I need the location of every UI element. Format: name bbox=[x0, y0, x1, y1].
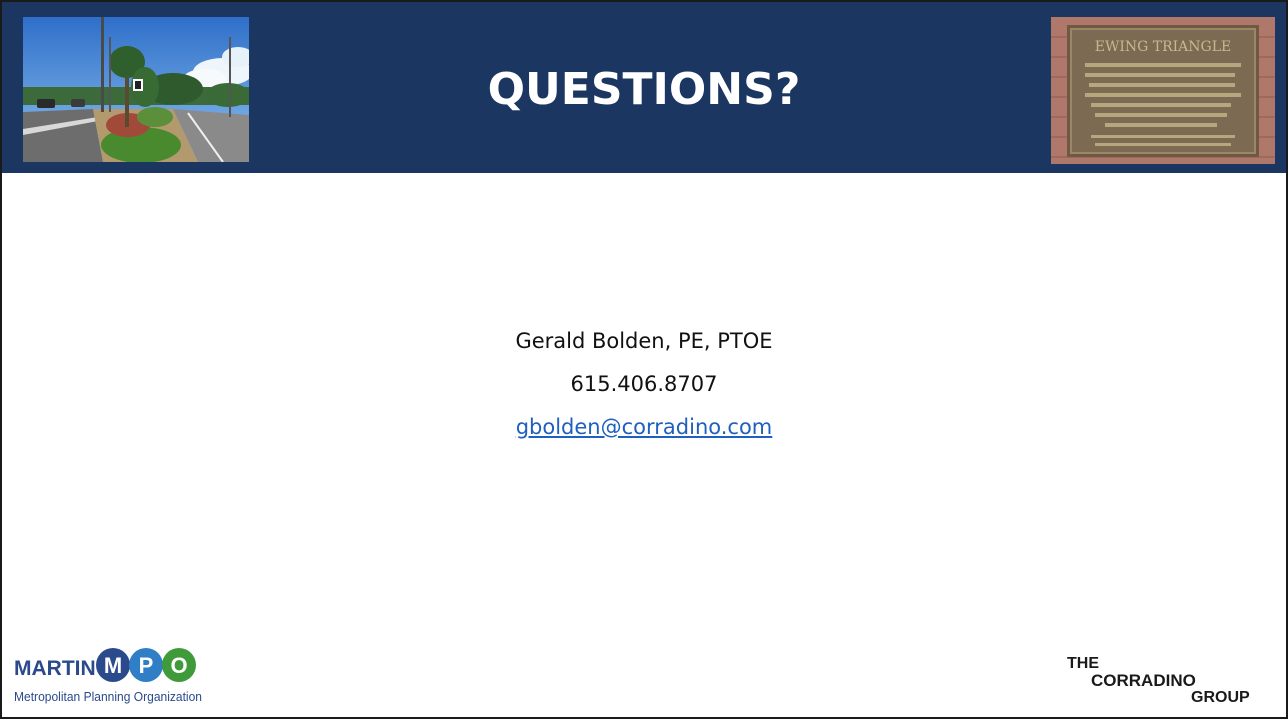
contact-email-link[interactable]: gbolden@corradino.com bbox=[516, 415, 773, 439]
martin-subtitle: Metropolitan Planning Organization bbox=[14, 689, 202, 704]
corradino-group-logo: THE CORRADINO GROUP bbox=[1065, 650, 1281, 710]
mpo-letter-o: O bbox=[170, 653, 187, 678]
plaque-title: EWING TRIANGLE bbox=[1095, 39, 1232, 55]
corradino-the: THE bbox=[1067, 655, 1099, 672]
header-banner: QUESTIONS? EWING TRIANGLE bbox=[2, 2, 1286, 173]
contact-block: Gerald Bolden, PE, PTOE 615.406.8707 gbo… bbox=[2, 320, 1286, 449]
slide: QUESTIONS? EWING TRIANGLE Gerald Bolden,… bbox=[0, 0, 1288, 719]
mpo-letter-p: P bbox=[139, 653, 154, 678]
corradino-name: CORRADINO bbox=[1091, 671, 1196, 690]
historical-plaque-photo: EWING TRIANGLE bbox=[1051, 17, 1275, 164]
martin-mpo-logo-image: MARTIN M P O Metropolitan Planning Organ… bbox=[14, 648, 202, 704]
plaque-photo-image: EWING TRIANGLE bbox=[1051, 17, 1275, 164]
mpo-letter-m: M bbox=[104, 653, 122, 678]
contact-phone: 615.406.8707 bbox=[570, 372, 718, 396]
martin-mpo-logo: MARTIN M P O Metropolitan Planning Organ… bbox=[12, 642, 208, 708]
corradino-logo-image: THE CORRADINO GROUP bbox=[1067, 655, 1250, 706]
corradino-group: GROUP bbox=[1191, 689, 1250, 706]
contact-name: Gerald Bolden, PE, PTOE bbox=[515, 329, 773, 353]
martin-word: MARTIN bbox=[14, 657, 96, 680]
